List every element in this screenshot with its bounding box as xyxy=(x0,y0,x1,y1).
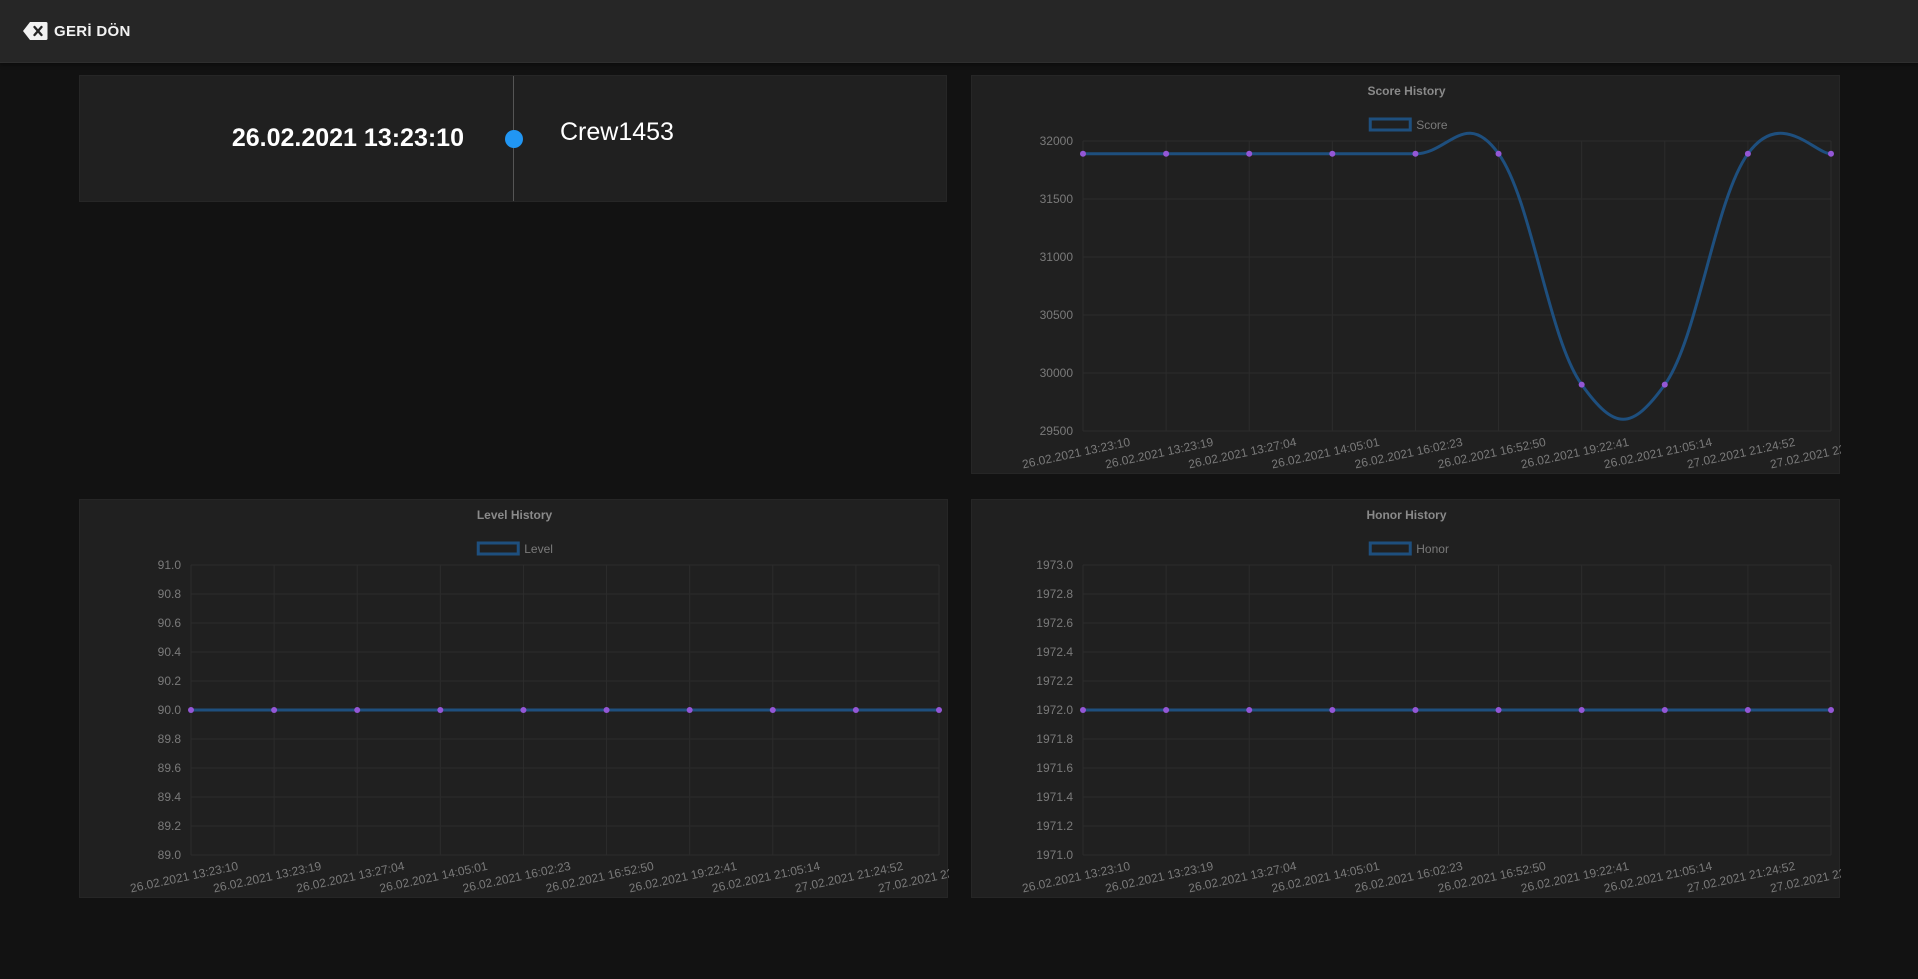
y-tick-label: 1972.0 xyxy=(1036,703,1073,717)
honor-history-card: Honor History Honor 1973.0 1972.8 1972.6 1972… xyxy=(971,499,1841,898)
back-button-label: GERİ DÖN xyxy=(54,22,131,40)
data-point xyxy=(188,707,194,713)
y-tick-label: 90.2 xyxy=(158,674,182,688)
y-tick-label: 31000 xyxy=(1040,250,1074,264)
y-tick-label: 31500 xyxy=(1040,192,1074,206)
y-tick-label: 89.0 xyxy=(158,848,182,862)
data-point xyxy=(686,707,693,713)
data-point xyxy=(1744,707,1751,713)
y-tick-label: 32000 xyxy=(1040,134,1074,148)
y-tick-label: 89.8 xyxy=(158,732,182,746)
legend-label: Honor xyxy=(1416,542,1449,556)
data-point xyxy=(603,707,610,713)
data-point xyxy=(1412,150,1419,157)
chart-title: Score History xyxy=(1367,84,1445,98)
data-point xyxy=(1329,707,1336,713)
chart-title: Level History xyxy=(477,508,553,522)
data-point xyxy=(1495,150,1502,157)
y-tick-label: 91.0 xyxy=(158,558,182,572)
y-tick-label: 29500 xyxy=(1040,424,1074,438)
data-point xyxy=(437,707,444,713)
legend-swatch xyxy=(476,541,520,556)
data-point xyxy=(1578,381,1585,388)
y-tick-label: 1972.4 xyxy=(1036,645,1073,659)
legend-label: Score xyxy=(1416,118,1448,132)
player-name: Crew1453 xyxy=(560,118,674,146)
data-point xyxy=(1661,381,1668,388)
data-point xyxy=(1661,707,1668,713)
y-tick-label: 1971.8 xyxy=(1036,732,1073,746)
score-history-chart: Score History Score 32000 31500 31000 30500 30… xyxy=(1021,84,1841,471)
data-point xyxy=(1412,707,1419,713)
data-point xyxy=(1080,150,1086,157)
y-tick-label: 90.6 xyxy=(158,616,182,630)
y-tick-label: 1973.0 xyxy=(1036,558,1073,572)
y-tick-label: 1972.2 xyxy=(1036,674,1073,688)
y-tick-label: 1972.8 xyxy=(1036,587,1073,601)
data-point xyxy=(520,707,527,713)
data-point xyxy=(936,707,942,713)
chart-title: Honor History xyxy=(1366,508,1446,522)
y-tick-label: 1971.2 xyxy=(1036,819,1073,833)
data-point xyxy=(1578,707,1585,713)
y-tick-label: 89.4 xyxy=(158,790,182,804)
data-point xyxy=(1828,150,1834,157)
legend-label: Level xyxy=(524,542,553,556)
timeline-dot xyxy=(505,130,523,148)
y-tick-label: 1971.4 xyxy=(1036,790,1073,804)
data-point xyxy=(1329,150,1336,157)
back-button[interactable]: GERİ DÖN xyxy=(22,20,131,42)
legend-swatch xyxy=(1368,117,1412,132)
level-history-chart: Level History Level 91.0 90.8 90.6 90.4 90.2 90… xyxy=(129,508,949,895)
data-point xyxy=(769,707,776,713)
y-tick-label: 1971.6 xyxy=(1036,761,1073,775)
legend-swatch xyxy=(1368,541,1412,556)
player-info-card: 26.02.2021 13:23:10 Crew1453 xyxy=(79,75,947,202)
y-tick-label: 89.2 xyxy=(158,819,182,833)
y-tick-label: 89.6 xyxy=(158,761,182,775)
y-tick-label: 30500 xyxy=(1040,308,1074,322)
y-tick-label: 90.0 xyxy=(158,703,182,717)
data-point xyxy=(271,707,278,713)
y-tick-label: 90.4 xyxy=(158,645,182,659)
data-point xyxy=(1163,150,1170,157)
level-history-card: Level History Level 91.0 90.8 90.6 90.4 90.2 90… xyxy=(79,499,949,898)
top-bar: GERİ DÖN xyxy=(0,0,1918,63)
y-tick-label: 30000 xyxy=(1040,366,1074,380)
record-date: 26.02.2021 13:23:10 xyxy=(231,124,464,152)
data-point xyxy=(1246,707,1253,713)
data-point xyxy=(1163,707,1170,713)
y-tick-label: 1971.0 xyxy=(1036,848,1073,862)
honor-history-chart: Honor History Honor 1973.0 1972.8 1972.6 1972… xyxy=(1021,508,1841,895)
backspace-x-icon xyxy=(23,22,48,40)
data-point xyxy=(1080,707,1086,713)
y-tick-label: 1972.6 xyxy=(1036,616,1073,630)
data-point xyxy=(852,707,859,713)
data-point xyxy=(1828,707,1834,713)
data-point xyxy=(1495,707,1502,713)
data-point xyxy=(1744,150,1751,157)
data-point xyxy=(1246,150,1253,157)
data-point xyxy=(354,707,361,713)
series-line xyxy=(1082,131,1832,421)
y-tick-label: 90.8 xyxy=(158,587,182,601)
score-history-card: Score History Score 32000 31500 31000 30500 30… xyxy=(971,75,1841,474)
